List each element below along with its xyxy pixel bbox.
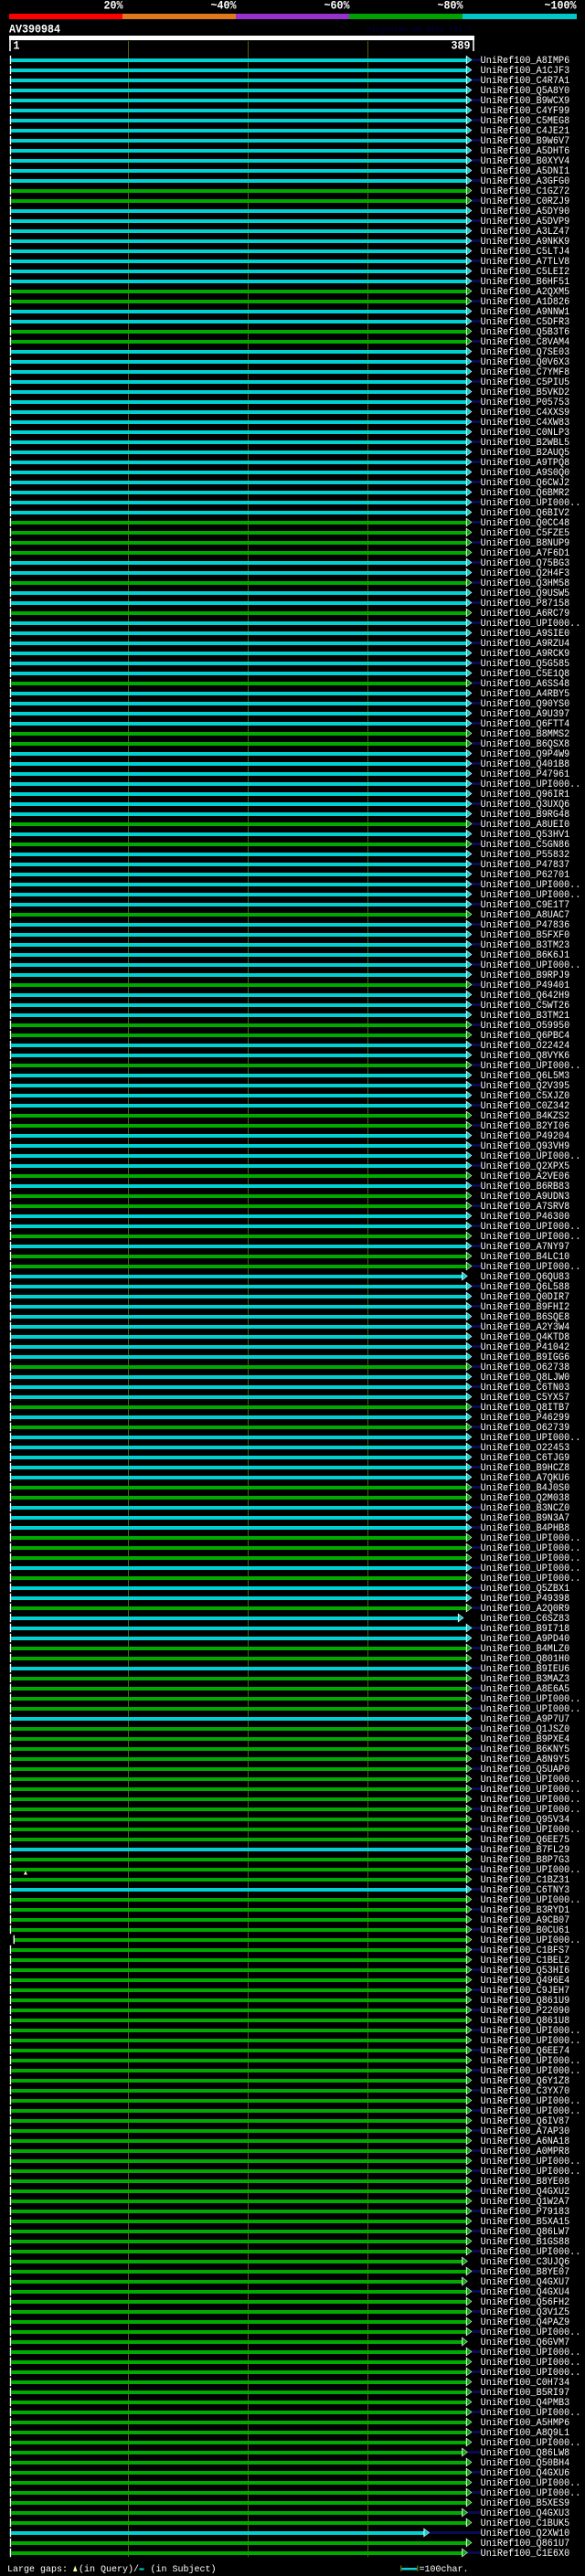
svg-text:=100char.: =100char. [420, 2564, 469, 2575]
svg-text:389|: 389| [452, 40, 477, 53]
svg-text:~60%: ~60% [324, 0, 350, 13]
svg-text:UniRef100_C1E6X0: UniRef100_C1E6X0 [481, 2549, 570, 2560]
svg-text:20%: 20% [104, 0, 123, 13]
svg-text:(in Subject): (in Subject) [151, 2564, 217, 2575]
svg-text:AlignView.pm Beta rel.7: AlignView.pm Beta rel.7 [367, 26, 472, 35]
svg-text:(in Query)/: (in Query)/ [79, 2564, 139, 2575]
svg-text:AV390984: AV390984 [9, 24, 60, 37]
svg-text:Large gaps:: Large gaps: [7, 2564, 73, 2575]
svg-text:~40%: ~40% [211, 0, 237, 13]
svg-text:|1: |1 [7, 40, 20, 53]
svg-text:~100%: ~100% [545, 0, 577, 13]
svg-text:~80%: ~80% [438, 0, 463, 13]
